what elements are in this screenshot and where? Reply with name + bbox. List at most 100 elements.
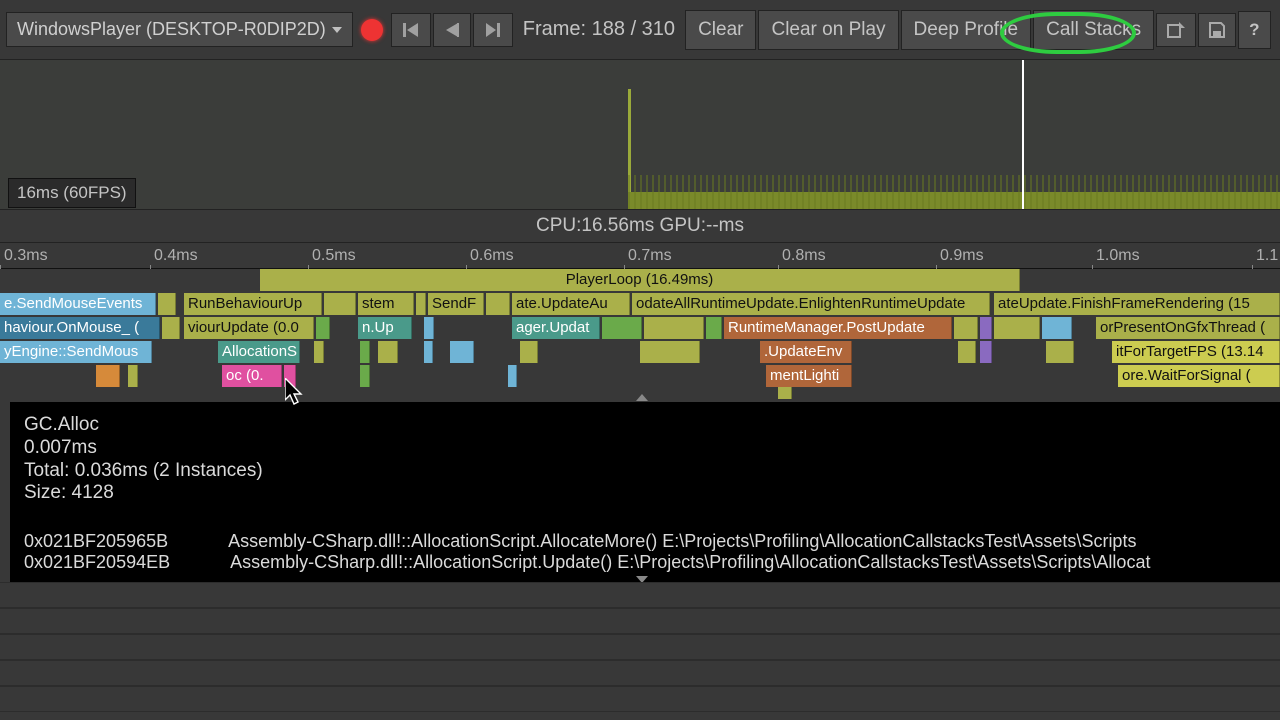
timeline-bar[interactable] (644, 317, 704, 339)
frame-prev-button[interactable] (433, 13, 471, 47)
timeline-bar[interactable] (520, 341, 538, 363)
timeline-bar[interactable] (162, 317, 180, 339)
timeline-bar[interactable] (450, 341, 474, 363)
tick: 0.7ms (628, 247, 672, 265)
tooltip-title: GC.Alloc (24, 414, 1266, 437)
timeline-bar[interactable]: n.Up (358, 317, 412, 339)
tick: 0.6ms (470, 247, 514, 265)
tooltip-time: 0.007ms (24, 437, 1266, 460)
tooltip-size: Size: 4128 (24, 482, 1266, 505)
cpu-gpu-summary: CPU:16.56ms GPU:--ms (0, 210, 1280, 243)
timeline-bar[interactable]: .UpdateEnv (760, 341, 852, 363)
timeline-bar[interactable] (1046, 341, 1074, 363)
selection-tooltip: GC.Alloc 0.007ms Total: 0.036ms (2 Insta… (10, 402, 1280, 582)
timeline-bar[interactable] (640, 341, 700, 363)
timeline-bar[interactable] (994, 317, 1040, 339)
timeline-bar[interactable]: RunBehaviourUp (184, 293, 322, 315)
clear-on-play-button[interactable]: Clear on Play (758, 10, 898, 50)
timeline-bar[interactable]: odateAllRuntimeUpdate.EnlightenRuntimeUp… (632, 293, 990, 315)
tick: 0.8ms (782, 247, 826, 265)
timeline-bar[interactable]: ate.UpdateAu (512, 293, 630, 315)
timeline-bar[interactable] (980, 317, 992, 339)
overview-chart[interactable]: 16ms (60FPS) (0, 60, 1280, 210)
timeline-bar[interactable] (980, 341, 992, 363)
thread-lane[interactable] (0, 634, 1280, 660)
timeline-bar[interactable]: stem (358, 293, 414, 315)
timeline-bar[interactable]: ager.Updat (512, 317, 600, 339)
timeline-bar[interactable] (958, 341, 976, 363)
thread-lanes[interactable] (0, 582, 1280, 720)
profiler-toolbar: WindowsPlayer (DESKTOP-R0DIP2D) Frame: 1… (0, 0, 1280, 60)
load-button[interactable] (1156, 13, 1196, 47)
timeline-bar[interactable]: viourUpdate (0.0 (184, 317, 314, 339)
timeline-bar[interactable]: ateUpdate.FinishFrameRendering (15 (994, 293, 1280, 315)
target-dropdown[interactable]: WindowsPlayer (DESKTOP-R0DIP2D) (6, 12, 353, 47)
timeline-bar[interactable]: yEngine::SendMous (0, 341, 152, 363)
call-stacks-button[interactable]: Call Stacks (1033, 10, 1154, 50)
timeline-bar[interactable]: SendF (428, 293, 484, 315)
timeline-bar[interactable] (96, 365, 120, 387)
frame-marker (1022, 60, 1024, 209)
target-label: WindowsPlayer (DESKTOP-R0DIP2D) (17, 19, 326, 40)
timeline-bar[interactable] (128, 365, 138, 387)
stack-sym: Assembly-CSharp.dll!::AllocationScript.U… (230, 552, 1150, 573)
deep-profile-button[interactable]: Deep Profile (901, 10, 1032, 50)
timeline-bar[interactable] (424, 317, 434, 339)
timeline-bar[interactable] (778, 387, 792, 399)
timeline-bar[interactable]: mentLighti (766, 365, 852, 387)
timeline-bar[interactable]: e.SendMouseEvents (0, 293, 156, 315)
timeline-bar[interactable] (1042, 317, 1072, 339)
tick: 1.1 (1256, 247, 1278, 265)
timeline-bar[interactable] (360, 341, 370, 363)
stack-addr: 0x021BF205965B (24, 531, 168, 552)
timeline-bar[interactable]: itForTargetFPS (13.14 (1112, 341, 1280, 363)
expand-up-icon[interactable] (636, 394, 648, 401)
timeline-bar[interactable] (954, 317, 978, 339)
record-button[interactable] (361, 19, 383, 41)
timeline-bar[interactable] (416, 293, 426, 315)
timeline-bar[interactable] (314, 341, 324, 363)
timeline-bar[interactable]: orPresentOnGfxThread ( (1096, 317, 1280, 339)
tick: 0.3ms (4, 247, 48, 265)
frame-next-button[interactable] (473, 13, 513, 47)
save-button[interactable] (1198, 13, 1236, 47)
timeline-bar[interactable] (158, 293, 176, 315)
tooltip-total: Total: 0.036ms (2 Instances) (24, 460, 1266, 483)
help-button[interactable]: ? (1238, 11, 1270, 49)
timeline-bar[interactable] (360, 365, 370, 387)
stack-frame: 0x021BF205965B Assembly-CSharp.dll!::All… (24, 531, 1266, 552)
timeline-bar[interactable] (284, 365, 296, 387)
thread-lane[interactable] (0, 660, 1280, 686)
timeline-bar[interactable] (316, 317, 330, 339)
timeline-bar[interactable]: AllocationS (218, 341, 300, 363)
chart-wave (628, 175, 1280, 209)
time-ruler[interactable]: 0.3ms 0.4ms 0.5ms 0.6ms 0.7ms 0.8ms 0.9m… (0, 243, 1280, 269)
timeline-bar[interactable] (424, 341, 433, 363)
frame-label: Frame: 188 / 310 (523, 18, 675, 41)
timeline-bar[interactable]: PlayerLoop (16.49ms) (260, 269, 1020, 291)
thread-lane[interactable] (0, 608, 1280, 634)
stack-frame: 0x021BF20594EB Assembly-CSharp.dll!::All… (24, 552, 1266, 573)
timeline-bar[interactable]: haviour.OnMouse_ ( (0, 317, 160, 339)
timeline[interactable]: PlayerLoop (16.49ms) e.SendMouseEvents R… (0, 269, 1280, 397)
fps-badge: 16ms (60FPS) (8, 178, 136, 208)
tick: 0.5ms (312, 247, 356, 265)
clear-button[interactable]: Clear (685, 10, 756, 50)
timeline-bar[interactable] (486, 293, 510, 315)
thread-lane[interactable] (0, 686, 1280, 712)
thread-lane[interactable] (0, 582, 1280, 608)
timeline-bar[interactable]: RuntimeManager.PostUpdate (724, 317, 952, 339)
timeline-bar[interactable] (706, 317, 722, 339)
chevron-down-icon (332, 27, 342, 33)
frame-first-button[interactable] (391, 13, 431, 47)
timeline-bar[interactable]: oc (0. (222, 365, 282, 387)
tick: 0.4ms (154, 247, 198, 265)
stack-sym: Assembly-CSharp.dll!::AllocationScript.A… (228, 531, 1136, 552)
timeline-bar[interactable] (378, 341, 398, 363)
timeline-bar[interactable] (602, 317, 642, 339)
stack-addr: 0x021BF20594EB (24, 552, 170, 573)
timeline-bar[interactable] (324, 293, 356, 315)
timeline-bar[interactable] (508, 365, 517, 387)
tick: 0.9ms (940, 247, 984, 265)
timeline-bar[interactable]: ore.WaitForSignal ( (1118, 365, 1280, 387)
